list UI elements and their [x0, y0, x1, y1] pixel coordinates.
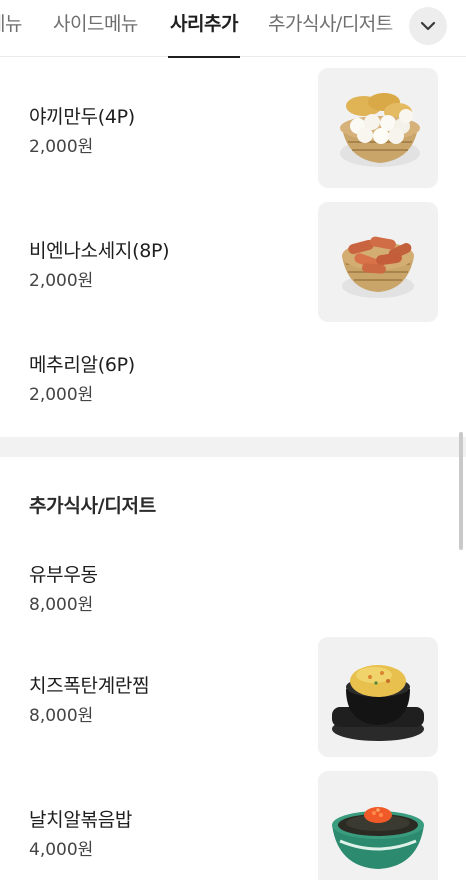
- dumpling-basket-image: [318, 68, 438, 188]
- menu-item-quail-eggs[interactable]: 메추리알(6P) 2,000원: [0, 340, 466, 420]
- item-name: 비엔나소세지(8P): [29, 240, 170, 262]
- chevron-down-icon: [420, 21, 436, 31]
- item-price: 2,000원: [29, 271, 94, 291]
- item-name: 치즈폭탄계란찜: [29, 675, 150, 697]
- sausage-basket-image: [318, 202, 438, 322]
- tab-extra-meal-dessert[interactable]: 추가식사/디저트: [268, 0, 393, 57]
- item-price: 2,000원: [29, 137, 94, 157]
- roe-fried-rice-image: [318, 771, 438, 880]
- item-price: 4,000원: [29, 840, 94, 860]
- item-price: 8,000원: [29, 595, 94, 615]
- section-divider: [0, 437, 466, 457]
- category-tab-bar: 메뉴 사이드메뉴 사리추가 추가식사/디저트: [0, 0, 466, 58]
- tab-noodle-add[interactable]: 사리추가: [168, 0, 240, 58]
- scrollbar[interactable]: [459, 432, 463, 550]
- item-name: 메추리알(6P): [29, 354, 135, 376]
- item-name: 날치알볶음밥: [29, 809, 133, 831]
- menu-item-roe-fried-rice[interactable]: 날치알볶음밥 4,000원: [0, 771, 466, 880]
- item-price: 8,000원: [29, 706, 94, 726]
- section-title: 추가식사/디저트: [29, 495, 156, 517]
- steamed-egg-pot-image: [318, 637, 438, 757]
- tab-menu[interactable]: 메뉴: [0, 0, 22, 57]
- menu-item-yaki-mandu[interactable]: 야끼만두(4P) 2,000원: [0, 68, 466, 188]
- menu-item-yubu-udon[interactable]: 유부우동 8,000원: [0, 550, 466, 630]
- menu-item-cheese-steamed-egg[interactable]: 치즈폭탄계란찜 8,000원: [0, 637, 466, 757]
- item-name: 야끼만두(4P): [29, 106, 135, 128]
- item-name: 유부우동: [29, 564, 98, 586]
- expand-tabs-button[interactable]: [409, 7, 447, 45]
- tab-side-menu[interactable]: 사이드메뉴: [53, 0, 138, 57]
- item-price: 2,000원: [29, 385, 94, 405]
- menu-item-vienna-sausage[interactable]: 비엔나소세지(8P) 2,000원: [0, 202, 466, 322]
